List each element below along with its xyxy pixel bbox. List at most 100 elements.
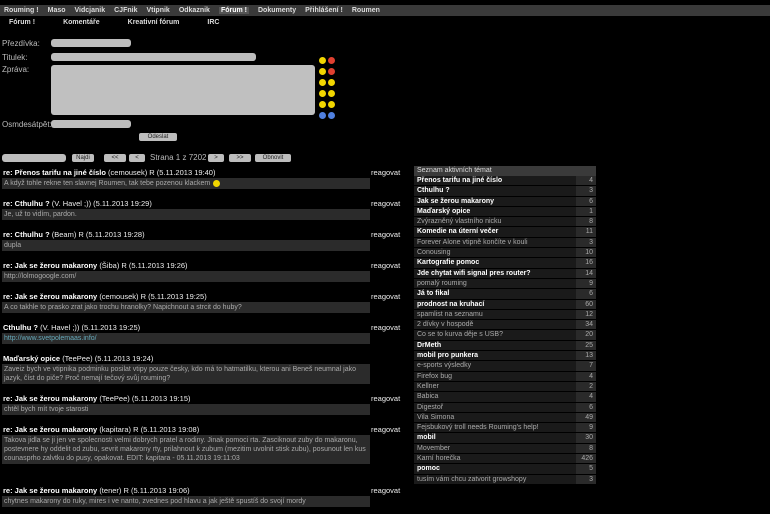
nav-item[interactable]: Přihlášení ! [305, 7, 343, 14]
topic-row[interactable]: Karní horečka 426 [414, 454, 596, 465]
post-title[interactable]: re: Přenos tarifu na jiné číslo [3, 168, 106, 177]
topic-name[interactable]: pomoc [414, 464, 576, 474]
topic-row[interactable]: DrMeth 25 [414, 340, 596, 352]
topic-name[interactable]: 2 dívky v hospodě [414, 320, 576, 330]
nav-item[interactable]: Maso [48, 7, 66, 14]
topic-name[interactable]: Firefox bug [414, 371, 576, 381]
post-title[interactable]: re: Jak se žerou makarony [3, 292, 97, 301]
topic-row[interactable]: Co se to kurva děje s USB? 20 [414, 330, 596, 341]
topic-row[interactable]: Forever Alone vtipně končíte v kouli 3 [414, 237, 596, 249]
topic-row[interactable]: pomalý rouming 9 [414, 278, 596, 290]
topic-row[interactable]: Kellner 2 [414, 381, 596, 393]
subnav-item[interactable]: IRC [207, 19, 219, 26]
topic-row[interactable]: spamlist na seznamu 12 [414, 309, 596, 321]
post-header[interactable]: re: Jak se žerou makarony (TeePee) (5.11… [3, 394, 368, 403]
post-title[interactable]: re: Jak se žerou makarony [3, 425, 97, 434]
nav-item[interactable]: Roumen [352, 7, 380, 14]
post-header[interactable]: re: Cthulhu ? (V. Havel ;)) (5.11.2013 1… [3, 199, 368, 208]
smiley-icon[interactable] [319, 101, 326, 108]
post-header[interactable]: re: Jak se žerou makarony (Šiba) R (5.11… [3, 261, 368, 270]
topic-name[interactable]: prodnost na kruhací [414, 299, 576, 309]
search-input[interactable] [2, 154, 66, 162]
topic-row[interactable]: Jde chytat wifi signal pres router? 14 [414, 268, 596, 279]
post-title[interactable]: re: Jak se žerou makarony [3, 261, 97, 270]
topic-row[interactable]: Já to fikal 6 [414, 289, 596, 300]
topic-name[interactable]: mobil pro punkera [414, 351, 576, 361]
nav-item[interactable]: CJFnik [114, 7, 137, 14]
topic-name[interactable]: Movember [414, 443, 576, 454]
topic-name[interactable]: Fejsbukový troll needs Rouming's help! [414, 423, 576, 433]
post-title[interactable]: re: Jak se žerou makarony [3, 394, 97, 403]
nav-item[interactable]: Vtipnik [146, 7, 169, 14]
smiley-icon[interactable] [328, 112, 335, 119]
topic-row[interactable]: Komedie na úterní večer 11 [414, 227, 596, 238]
reply-link[interactable]: reagovat [371, 323, 400, 332]
topic-name[interactable]: mobil [414, 433, 576, 443]
topic-name[interactable]: Conousing [414, 248, 576, 258]
topic-name[interactable]: Komedie na úterní večer [414, 227, 576, 237]
prev-page-button[interactable]: < [129, 154, 145, 162]
topic-row[interactable]: Cthulhu ? 3 [414, 186, 596, 197]
topic-name[interactable]: Vila Simona [414, 412, 576, 423]
topic-row[interactable]: Zvýrazněný vlastního nicku 8 [414, 217, 596, 228]
nav-item[interactable]: Odkaznik [179, 7, 210, 14]
topic-row[interactable]: Fejsbukový troll needs Rouming's help! 9 [414, 423, 596, 434]
topic-row[interactable]: Digestoř 6 [414, 402, 596, 413]
smiley-icon[interactable] [319, 57, 326, 64]
topic-name[interactable]: e-sports výsledky [414, 361, 576, 371]
post-title[interactable]: re: Cthulhu ? [3, 199, 50, 208]
post-header[interactable]: re: Cthulhu ? (Beam) R (5.11.2013 19:28) [3, 230, 368, 239]
topic-name[interactable]: DrMeth [414, 340, 576, 351]
smiley-icon[interactable] [319, 112, 326, 119]
topic-name[interactable]: Babica [414, 392, 576, 402]
topic-name[interactable]: Já to fikal [414, 289, 576, 299]
topic-row[interactable]: Maďarský opice 1 [414, 206, 596, 218]
topic-name[interactable]: Cthulhu ? [414, 186, 576, 196]
subnav-item[interactable]: Komentáře [63, 19, 100, 26]
reply-link[interactable]: reagovat [371, 486, 400, 495]
smiley-icon[interactable] [328, 79, 335, 86]
nav-item[interactable]: Rouming ! [4, 7, 39, 14]
topic-name[interactable]: Forever Alone vtipně končíte v kouli [414, 237, 576, 248]
topic-row[interactable]: Babica 4 [414, 392, 596, 403]
nav-item[interactable]: Dokumenty [258, 7, 296, 14]
subnav-item[interactable]: Fórum ! [9, 19, 35, 26]
reply-link[interactable]: reagovat [371, 168, 400, 177]
nav-item[interactable]: Vidcjanik [75, 7, 106, 14]
topic-row[interactable]: Firefox bug 4 [414, 371, 596, 382]
topic-row[interactable]: tusím vám chcu zatvorit growshopy 3 [414, 474, 596, 485]
topic-row[interactable]: Movember 8 [414, 443, 596, 455]
message-textarea[interactable] [51, 65, 315, 115]
smiley-icon[interactable] [328, 68, 335, 75]
topic-name[interactable]: Kellner [414, 381, 576, 392]
post-title[interactable]: re: Cthulhu ? [3, 230, 50, 239]
topic-name[interactable]: Maďarský opice [414, 206, 576, 217]
reply-link[interactable]: reagovat [371, 261, 400, 270]
reply-link[interactable]: reagovat [371, 199, 400, 208]
smiley-icon[interactable] [319, 79, 326, 86]
post-body[interactable]: http://www.svetpolemaas.info/ [2, 333, 370, 344]
post-header[interactable]: re: Jak se žerou makarony (kapitara) R (… [3, 425, 368, 434]
topic-row[interactable]: pomoc 5 [414, 464, 596, 475]
topic-row[interactable]: Conousing 10 [414, 248, 596, 259]
topic-row[interactable]: e-sports výsledky 7 [414, 361, 596, 372]
reply-link[interactable]: reagovat [371, 425, 400, 434]
post-title[interactable]: Cthulhu ? [3, 323, 38, 332]
topic-row[interactable]: Kartografie pomoc 16 [414, 258, 596, 269]
code-input[interactable] [51, 120, 131, 128]
post-title[interactable]: re: Jak se žerou makarony [3, 486, 97, 495]
topic-row[interactable]: mobil 30 [414, 433, 596, 444]
post-title[interactable]: Maďarský opice [3, 354, 60, 363]
smiley-icon[interactable] [328, 57, 335, 64]
post-header[interactable]: re: Přenos tarifu na jiné číslo (cemouse… [3, 168, 368, 177]
topic-name[interactable]: Digestoř [414, 402, 576, 412]
subnav-item[interactable]: Kreativní fórum [128, 19, 180, 26]
topic-name[interactable]: Zvýrazněný vlastního nicku [414, 217, 576, 227]
next-page-button[interactable]: > [208, 154, 224, 162]
title-input[interactable] [51, 53, 256, 61]
topic-name[interactable]: Přenos tarifu na jiné číslo [414, 176, 576, 186]
topic-row[interactable]: Vila Simona 49 [414, 412, 596, 424]
post-header[interactable]: Maďarský opice (TeePee) (5.11.2013 19:24… [3, 354, 368, 363]
submit-button[interactable]: Odeslat [139, 133, 177, 141]
nick-input[interactable] [51, 39, 131, 47]
